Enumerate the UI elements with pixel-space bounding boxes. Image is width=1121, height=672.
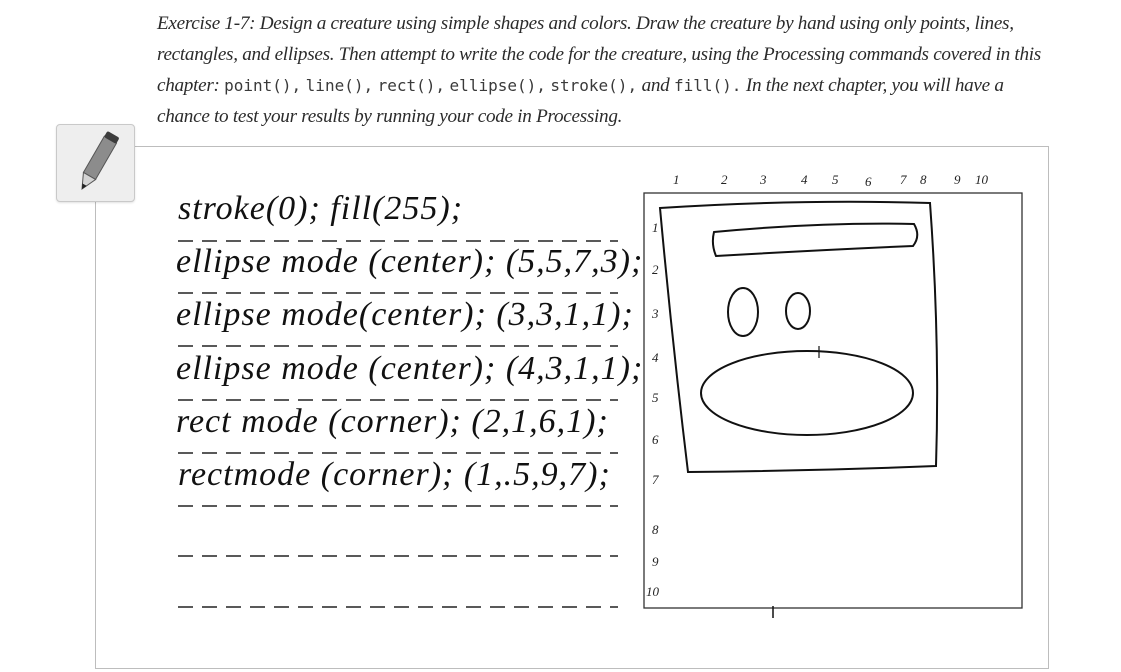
x-label-7: 7	[900, 172, 907, 187]
grid-frame	[643, 192, 1023, 609]
y-label-10: 10	[646, 584, 659, 599]
x-label-1: 1	[673, 172, 680, 187]
x-label-3: 3	[760, 172, 767, 187]
x-label-2: 2	[721, 172, 728, 187]
creature-drawing	[178, 192, 1023, 618]
y-label-1: 1	[652, 220, 659, 235]
y-label-4: 4	[652, 350, 659, 365]
x-label-5: 5	[832, 172, 839, 187]
x-label-6: 6	[865, 174, 872, 189]
creature-body	[658, 200, 939, 474]
handwriting-line-6: rectmode (corner); (1,.5,9,7);	[178, 456, 611, 493]
y-label-7: 7	[652, 472, 659, 487]
x-label-10: 10	[975, 172, 988, 187]
handwriting-line-1: stroke(0); fill(255);	[178, 190, 464, 227]
handwriting-line-5: rect mode (corner); (2,1,6,1);	[176, 403, 609, 440]
creature-forehead-rect	[711, 222, 919, 258]
creature-right-eye	[785, 292, 811, 330]
handwriting-line-2: ellipse mode (center); (5,5,7,3);	[176, 243, 644, 280]
handwriting-line-4: ellipse mode (center); (4,3,1,1);	[176, 350, 644, 387]
y-label-3: 3	[652, 306, 659, 321]
x-label-9: 9	[954, 172, 961, 187]
y-label-6: 6	[652, 432, 659, 447]
x-label-4: 4	[801, 172, 808, 187]
x-label-8: 8	[920, 172, 927, 187]
y-label-2: 2	[652, 262, 659, 277]
y-label-5: 5	[652, 390, 659, 405]
creature-mouth	[700, 350, 914, 436]
y-label-8: 8	[652, 522, 659, 537]
y-label-9: 9	[652, 554, 659, 569]
handwriting-line-3: ellipse mode(center); (3,3,1,1);	[176, 296, 634, 333]
creature-left-eye	[727, 287, 759, 337]
